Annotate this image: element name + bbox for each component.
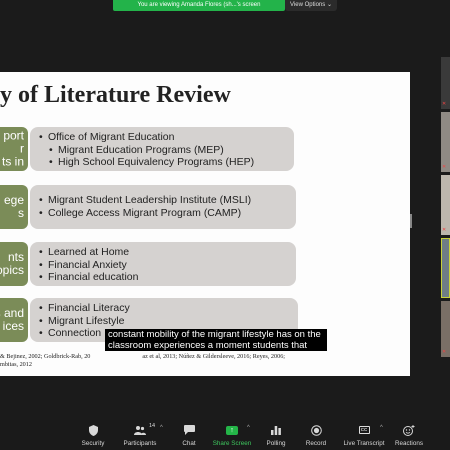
list-item: Migrant Student Leadership Institute (MS… [38,194,288,207]
list-item: Migrant Lifestyle [38,315,290,328]
list-item: High School Equivalency Programs (HEP) [38,156,286,169]
list-item: College Access Migrant Program (CAMP) [38,207,288,220]
list-item: Learned at Home [38,246,288,259]
participant-video[interactable]: ✕ [441,112,450,172]
row-content-box: Migrant Student Leadership Institute (MS… [30,185,296,229]
row-label-box: ege s [0,185,28,229]
participant-video[interactable]: ✕ [441,57,450,109]
row-content-box: Learned at Home Financial Anxiety Financ… [30,242,296,286]
row-label: s and ices [0,307,24,333]
participant-video-active-speaker[interactable] [441,238,450,298]
row-label-box: s and ices [0,298,28,342]
row-content-box: Office of Migrant Education Migrant Educ… [30,127,294,171]
record-button[interactable]: Record [302,424,330,448]
transcript-caret-icon[interactable]: ^ [380,425,383,431]
citation-segment: & Bejinez, 2002; Goldbrick-Rab, 20 [0,353,91,360]
participants-count: 14 [149,423,156,429]
list-item: Financial Literacy [38,302,290,315]
list-item: Financial Anxiety [38,259,288,272]
participant-thumbnails: ✕ ✕ ✕ ✕ [441,57,450,387]
citation-line: mbitas, 2012 [0,361,32,368]
muted-mic-icon: ✕ [442,101,447,107]
row-support: port r ts in Office of Migrant Education… [0,127,294,171]
row-college: ege s Migrant Student Leadership Institu… [0,185,296,229]
polling-button[interactable]: Polling [262,424,290,448]
list-item: Migrant Education Programs (MEP) [38,144,286,157]
smiley-plus-icon [393,424,425,436]
list-item: Office of Migrant Education [38,131,286,144]
muted-mic-icon: ✕ [442,164,447,170]
list-item: Financial education [38,271,288,284]
row-label-box: port r ts in [0,127,28,171]
meeting-toolbar: Security Participants 14 ^ Chat ↑ Share … [0,420,450,450]
shield-icon [76,424,110,436]
closed-caption-icon: CC [358,426,370,434]
security-label: Security [81,440,105,447]
participant-video[interactable]: ✕ [441,301,450,357]
row-students-topics: nts opics Learned at Home Financial Anxi… [0,242,296,286]
row-label: nts opics [0,251,24,277]
bullet-list: Migrant Student Leadership Institute (MS… [38,194,288,219]
chat-bubble-icon [177,424,201,436]
muted-mic-icon: ✕ [442,227,447,233]
row-label: port r ts in [1,129,24,169]
chat-button[interactable]: Chat [177,424,201,448]
view-options-button[interactable]: View Options ⌄ [285,0,337,11]
polling-label: Polling [266,440,286,447]
share-caret-icon[interactable]: ^ [247,425,250,431]
row-label-line: s [18,206,24,220]
citation-segment: az et al, 2013; Núñez & Gildersleeve, 20… [142,353,286,360]
split-view-handle[interactable] [410,214,412,228]
participant-video[interactable]: ✕ [441,175,450,235]
reactions-button[interactable]: Reactions [393,424,425,448]
share-screen-icon: ↑ [226,425,238,435]
reactions-label: Reactions [394,440,423,447]
live-transcript-label: Live Transcript [343,440,385,447]
record-label: Record [305,440,327,447]
row-label-box: nts opics [0,242,28,286]
security-button[interactable]: Security [76,424,110,448]
record-icon [302,424,330,436]
participants-caret-icon[interactable]: ^ [160,425,163,431]
row-label-line: ts in [1,154,24,169]
row-label-line: ices [2,319,24,333]
shared-slide: y of Literature Review port r ts in Offi… [0,72,410,376]
slide-title: y of Literature Review [0,82,231,108]
bullet-list: Learned at Home Financial Anxiety Financ… [38,246,288,284]
viewing-screen-banner: You are viewing Amanda Flores (sh...'s s… [113,0,285,11]
citation-line: & Bejinez, 2002; Goldbrick-Rab, 20 az et … [0,353,285,361]
share-screen-label: Share Screen [212,440,252,447]
muted-mic-icon: ✕ [442,349,447,355]
bar-chart-icon [262,424,290,436]
bullet-list: Office of Migrant Education Migrant Educ… [38,131,286,169]
citation-text: & Bejinez, 2002; Goldbrick-Rab, 20 az et … [0,353,285,369]
chat-label: Chat [182,440,196,447]
row-label-line: opics [0,263,24,277]
row-label: ege s [4,194,24,220]
closed-caption: constant mobility of the migrant lifesty… [105,329,327,351]
participants-label: Participants [123,440,157,447]
